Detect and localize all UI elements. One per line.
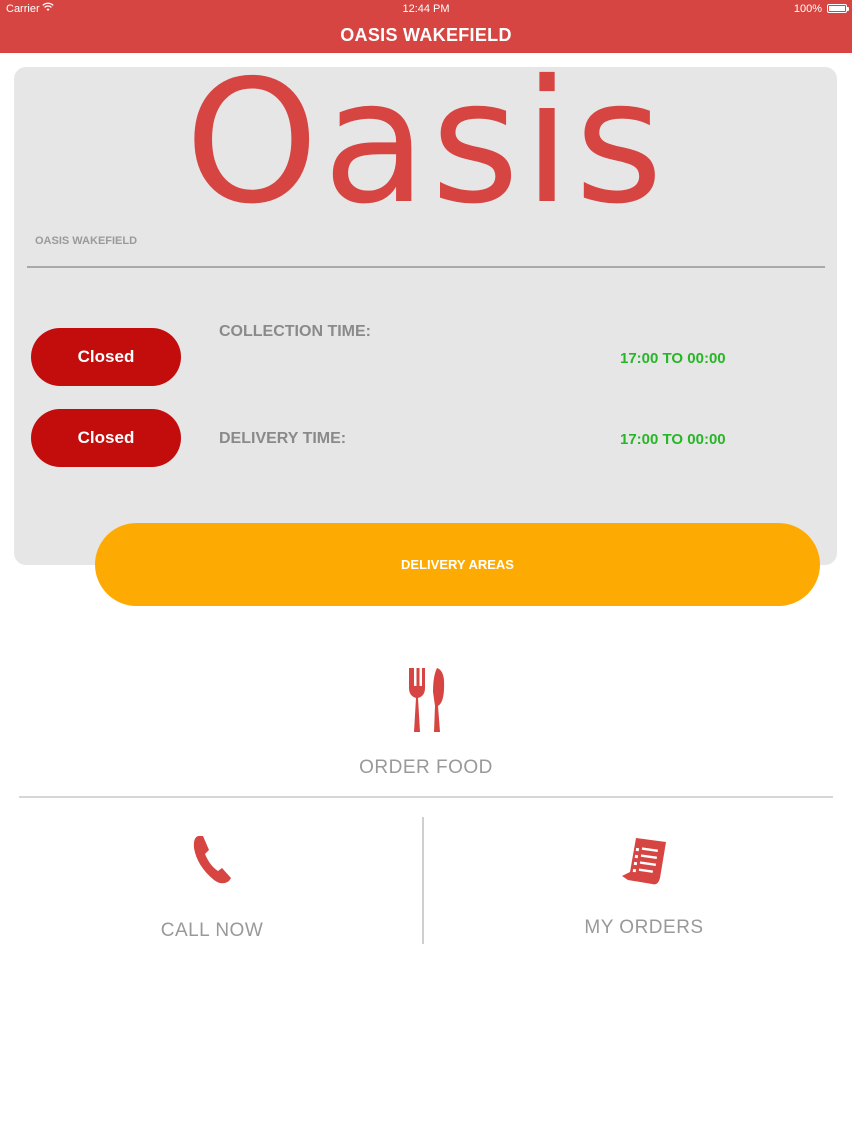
- call-now-button[interactable]: CALL NOW: [20, 820, 404, 950]
- branch-name: OASIS WAKEFIELD: [35, 235, 138, 247]
- collection-hours: 17:00 TO 00:00: [620, 350, 726, 367]
- delivery-hours: 17:00 TO 00:00: [620, 431, 726, 448]
- delivery-status-button[interactable]: Closed: [31, 409, 181, 467]
- status-time: 12:44 PM: [402, 3, 450, 15]
- battery-percentage: 100%: [793, 3, 822, 15]
- delivery-time-label: DELIVERY TIME:: [219, 430, 347, 447]
- collection-time-label: COLLECTION TIME:: [219, 323, 371, 340]
- collection-status-button[interactable]: Closed: [31, 328, 181, 386]
- battery-icon: [827, 4, 849, 13]
- my-orders-label: MY ORDERS: [584, 917, 704, 938]
- menu-vertical-divider: [422, 817, 424, 944]
- my-orders-button[interactable]: MY ORDERS: [440, 820, 848, 950]
- order-food-button[interactable]: ORDER FOOD: [0, 660, 852, 785]
- phone-icon: [192, 834, 234, 891]
- order-food-label: ORDER FOOD: [359, 757, 493, 778]
- delivery-areas-button[interactable]: DELIVERY AREAS: [95, 523, 820, 606]
- status-bar: Carrier 12:44 PM 100%: [0, 0, 852, 18]
- page-title: OASIS WAKEFIELD: [340, 25, 512, 45]
- call-now-label: CALL NOW: [160, 920, 264, 941]
- brand-logo: Oasis: [184, 44, 668, 242]
- card-divider: [27, 266, 825, 268]
- fork-knife-icon: [406, 666, 446, 739]
- receipt-icon: [620, 836, 668, 893]
- menu-divider: [19, 796, 833, 798]
